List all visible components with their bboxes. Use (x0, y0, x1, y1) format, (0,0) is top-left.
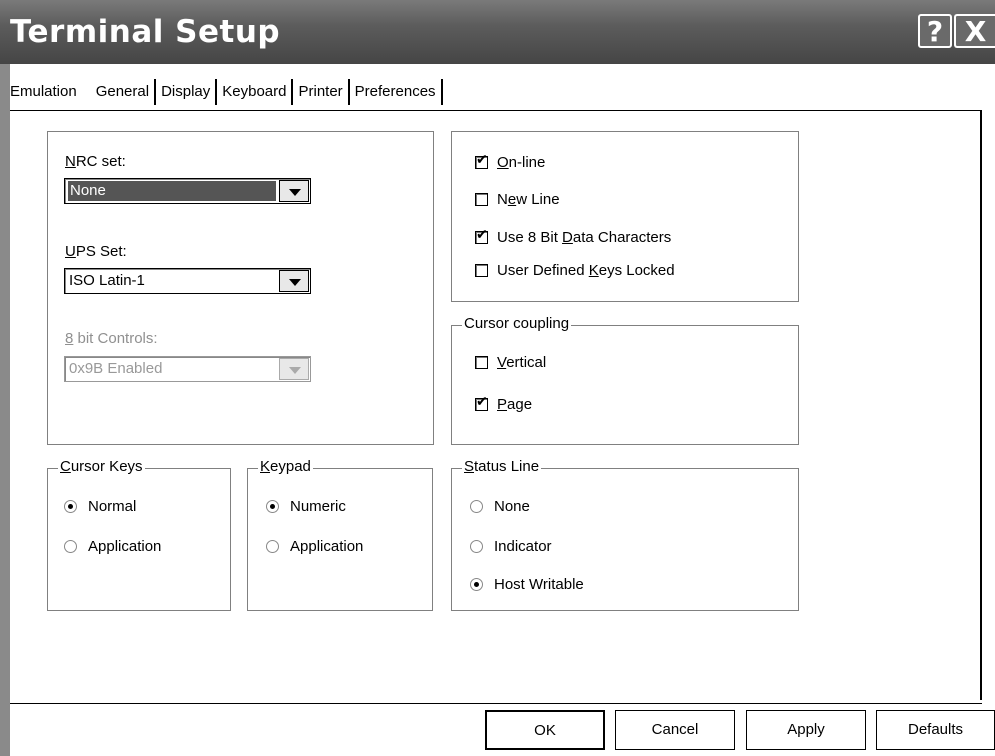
panel-edge (980, 110, 982, 700)
ups-set-select[interactable]: ISO Latin-1 (64, 268, 311, 294)
online-checkbox[interactable]: On-line (475, 152, 545, 171)
chevron-down-icon[interactable] (279, 180, 309, 202)
radio-unselected-icon[interactable] (266, 540, 279, 553)
radio-unselected-icon[interactable] (470, 540, 483, 553)
tab-emulation[interactable]: Emulation (10, 79, 91, 105)
tab-general[interactable]: General (91, 79, 157, 105)
window-title: Terminal Setup (10, 14, 281, 50)
tab-display[interactable]: Display (156, 79, 218, 105)
page-checkbox[interactable]: Page (475, 394, 532, 413)
cursor-keys-title: Cursor Keys (58, 458, 145, 475)
window-frame (0, 64, 10, 756)
tab-printer[interactable]: Printer (293, 79, 350, 105)
cursor-coupling-group (451, 325, 799, 445)
udk-locked-checkbox[interactable]: User Defined Keys Locked (475, 262, 675, 279)
nrc-set-value: None (68, 181, 276, 201)
status-line-title: Status Line (462, 458, 542, 475)
radio-unselected-icon[interactable] (470, 500, 483, 513)
close-button[interactable]: X (954, 14, 995, 48)
nrc-set-label: NRC set: (65, 153, 126, 170)
tab-strip: Emulation General Display Keyboard Print… (10, 74, 443, 110)
cursor-keys-application-radio[interactable]: Application (64, 538, 161, 555)
radio-selected-icon[interactable] (64, 500, 77, 513)
checkbox-unchecked-icon[interactable] (475, 356, 488, 369)
vertical-checkbox[interactable]: Vertical (475, 354, 546, 371)
tab-preferences[interactable]: Preferences (350, 79, 443, 105)
use-8bit-checkbox[interactable]: Use 8 Bit Data Characters (475, 227, 671, 246)
newline-checkbox[interactable]: New Line (475, 191, 560, 208)
checkbox-checked-icon[interactable] (475, 227, 488, 244)
nrc-set-select[interactable]: None (64, 178, 311, 204)
chevron-down-icon[interactable] (279, 270, 309, 292)
checkbox-checked-icon[interactable] (475, 152, 488, 169)
button-bar-divider (10, 703, 982, 704)
checkbox-unchecked-icon[interactable] (475, 193, 488, 206)
tab-divider (10, 110, 980, 111)
ok-button[interactable]: OK (485, 710, 605, 750)
keypad-application-radio[interactable]: Application (266, 538, 363, 555)
keypad-numeric-radio[interactable]: Numeric (266, 498, 346, 515)
tab-keyboard[interactable]: Keyboard (217, 79, 294, 105)
defaults-button[interactable]: Defaults (876, 710, 995, 750)
chevron-down-icon (279, 358, 309, 380)
help-button[interactable]: ? (918, 14, 952, 48)
apply-button[interactable]: Apply (746, 710, 866, 750)
radio-unselected-icon[interactable] (64, 540, 77, 553)
cancel-button[interactable]: Cancel (615, 710, 735, 750)
bit-controls-label: 8 bit Controls: (65, 330, 158, 347)
status-line-host-writable-radio[interactable]: Host Writable (470, 576, 584, 593)
status-line-none-radio[interactable]: None (470, 498, 530, 515)
checkbox-unchecked-icon[interactable] (475, 264, 488, 277)
status-line-indicator-radio[interactable]: Indicator (470, 538, 552, 555)
radio-selected-icon[interactable] (266, 500, 279, 513)
ups-set-value: ISO Latin-1 (69, 272, 145, 289)
bit-controls-value: 0x9B Enabled (69, 360, 163, 377)
cursor-coupling-title: Cursor coupling (462, 315, 572, 332)
keypad-title: Keypad (258, 458, 313, 475)
ups-set-label: UPS Set: (65, 243, 127, 260)
bit-controls-select[interactable]: 0x9B Enabled (64, 356, 311, 382)
radio-selected-icon[interactable] (470, 578, 483, 591)
cursor-keys-normal-radio[interactable]: Normal (64, 498, 136, 515)
checkbox-checked-icon[interactable] (475, 394, 488, 411)
